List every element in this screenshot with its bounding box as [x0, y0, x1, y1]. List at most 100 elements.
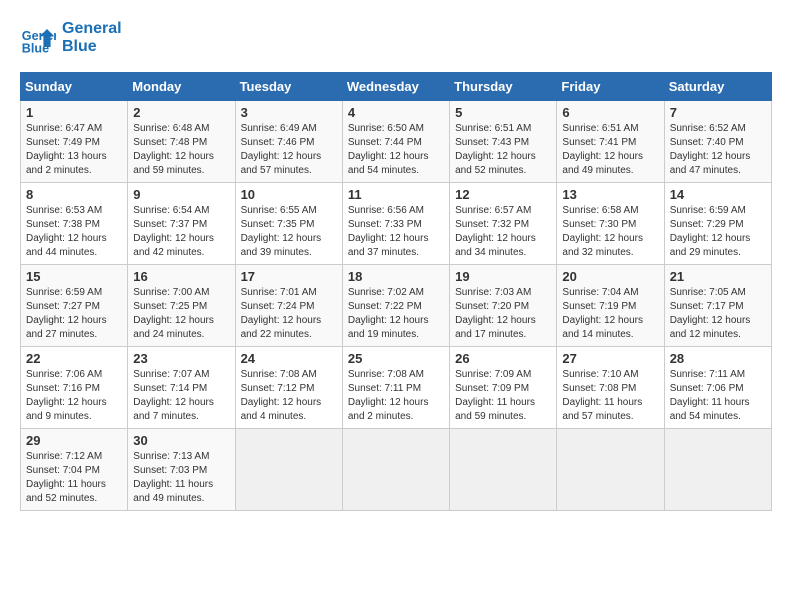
calendar-cell: 6 Sunrise: 6:51 AMSunset: 7:41 PMDayligh… [557, 101, 664, 183]
calendar-cell: 25 Sunrise: 7:08 AMSunset: 7:11 PMDaylig… [342, 347, 449, 429]
day-info: Sunrise: 7:05 AMSunset: 7:17 PMDaylight:… [670, 287, 751, 340]
calendar-cell: 10 Sunrise: 6:55 AMSunset: 7:35 PMDaylig… [235, 183, 342, 265]
calendar-cell [450, 429, 557, 511]
calendar-cell: 23 Sunrise: 7:07 AMSunset: 7:14 PMDaylig… [128, 347, 235, 429]
weekday-header-saturday: Saturday [664, 73, 771, 101]
calendar-cell: 5 Sunrise: 6:51 AMSunset: 7:43 PMDayligh… [450, 101, 557, 183]
day-number: 4 [348, 105, 444, 120]
day-info: Sunrise: 6:53 AMSunset: 7:38 PMDaylight:… [26, 205, 107, 258]
calendar-cell: 28 Sunrise: 7:11 AMSunset: 7:06 PMDaylig… [664, 347, 771, 429]
calendar-cell: 14 Sunrise: 6:59 AMSunset: 7:29 PMDaylig… [664, 183, 771, 265]
calendar-table: SundayMondayTuesdayWednesdayThursdayFrid… [20, 72, 772, 511]
day-info: Sunrise: 7:04 AMSunset: 7:19 PMDaylight:… [562, 287, 643, 340]
day-number: 10 [241, 187, 337, 202]
day-info: Sunrise: 6:49 AMSunset: 7:46 PMDaylight:… [241, 123, 322, 176]
day-info: Sunrise: 6:51 AMSunset: 7:41 PMDaylight:… [562, 123, 643, 176]
calendar-cell: 7 Sunrise: 6:52 AMSunset: 7:40 PMDayligh… [664, 101, 771, 183]
calendar-week-row: 22 Sunrise: 7:06 AMSunset: 7:16 PMDaylig… [21, 347, 772, 429]
calendar-cell: 17 Sunrise: 7:01 AMSunset: 7:24 PMDaylig… [235, 265, 342, 347]
day-info: Sunrise: 7:09 AMSunset: 7:09 PMDaylight:… [455, 369, 535, 422]
calendar-week-row: 8 Sunrise: 6:53 AMSunset: 7:38 PMDayligh… [21, 183, 772, 265]
calendar-cell: 11 Sunrise: 6:56 AMSunset: 7:33 PMDaylig… [342, 183, 449, 265]
day-info: Sunrise: 7:08 AMSunset: 7:11 PMDaylight:… [348, 369, 429, 422]
calendar-cell: 22 Sunrise: 7:06 AMSunset: 7:16 PMDaylig… [21, 347, 128, 429]
calendar-week-row: 29 Sunrise: 7:12 AMSunset: 7:04 PMDaylig… [21, 429, 772, 511]
day-info: Sunrise: 6:50 AMSunset: 7:44 PMDaylight:… [348, 123, 429, 176]
calendar-cell: 21 Sunrise: 7:05 AMSunset: 7:17 PMDaylig… [664, 265, 771, 347]
page-header: General Blue General Blue [20, 20, 772, 56]
weekday-header-friday: Friday [557, 73, 664, 101]
day-info: Sunrise: 7:08 AMSunset: 7:12 PMDaylight:… [241, 369, 322, 422]
calendar-cell: 29 Sunrise: 7:12 AMSunset: 7:04 PMDaylig… [21, 429, 128, 511]
calendar-cell: 9 Sunrise: 6:54 AMSunset: 7:37 PMDayligh… [128, 183, 235, 265]
day-info: Sunrise: 6:48 AMSunset: 7:48 PMDaylight:… [133, 123, 214, 176]
day-number: 18 [348, 269, 444, 284]
day-number: 21 [670, 269, 766, 284]
calendar-cell: 19 Sunrise: 7:03 AMSunset: 7:20 PMDaylig… [450, 265, 557, 347]
calendar-cell: 30 Sunrise: 7:13 AMSunset: 7:03 PMDaylig… [128, 429, 235, 511]
calendar-week-row: 15 Sunrise: 6:59 AMSunset: 7:27 PMDaylig… [21, 265, 772, 347]
day-info: Sunrise: 6:54 AMSunset: 7:37 PMDaylight:… [133, 205, 214, 258]
weekday-header-tuesday: Tuesday [235, 73, 342, 101]
weekday-header-monday: Monday [128, 73, 235, 101]
day-info: Sunrise: 6:52 AMSunset: 7:40 PMDaylight:… [670, 123, 751, 176]
logo: General Blue General Blue [20, 20, 122, 56]
day-number: 14 [670, 187, 766, 202]
day-number: 20 [562, 269, 658, 284]
day-info: Sunrise: 6:55 AMSunset: 7:35 PMDaylight:… [241, 205, 322, 258]
day-info: Sunrise: 7:02 AMSunset: 7:22 PMDaylight:… [348, 287, 429, 340]
day-info: Sunrise: 6:57 AMSunset: 7:32 PMDaylight:… [455, 205, 536, 258]
day-info: Sunrise: 6:51 AMSunset: 7:43 PMDaylight:… [455, 123, 536, 176]
calendar-cell: 4 Sunrise: 6:50 AMSunset: 7:44 PMDayligh… [342, 101, 449, 183]
day-number: 29 [26, 433, 122, 448]
day-info: Sunrise: 6:47 AMSunset: 7:49 PMDaylight:… [26, 123, 107, 176]
calendar-cell: 2 Sunrise: 6:48 AMSunset: 7:48 PMDayligh… [128, 101, 235, 183]
logo-blue: Blue [62, 38, 122, 56]
calendar-cell [664, 429, 771, 511]
day-number: 11 [348, 187, 444, 202]
day-info: Sunrise: 7:06 AMSunset: 7:16 PMDaylight:… [26, 369, 107, 422]
calendar-cell: 13 Sunrise: 6:58 AMSunset: 7:30 PMDaylig… [557, 183, 664, 265]
logo-icon: General Blue [20, 20, 56, 56]
logo-general: General [62, 20, 122, 38]
day-number: 3 [241, 105, 337, 120]
day-info: Sunrise: 6:56 AMSunset: 7:33 PMDaylight:… [348, 205, 429, 258]
day-number: 23 [133, 351, 229, 366]
day-info: Sunrise: 7:11 AMSunset: 7:06 PMDaylight:… [670, 369, 750, 422]
day-number: 17 [241, 269, 337, 284]
day-info: Sunrise: 6:59 AMSunset: 7:27 PMDaylight:… [26, 287, 107, 340]
day-number: 9 [133, 187, 229, 202]
calendar-cell: 16 Sunrise: 7:00 AMSunset: 7:25 PMDaylig… [128, 265, 235, 347]
calendar-cell: 8 Sunrise: 6:53 AMSunset: 7:38 PMDayligh… [21, 183, 128, 265]
weekday-header-thursday: Thursday [450, 73, 557, 101]
weekday-header-row: SundayMondayTuesdayWednesdayThursdayFrid… [21, 73, 772, 101]
weekday-header-sunday: Sunday [21, 73, 128, 101]
calendar-cell: 15 Sunrise: 6:59 AMSunset: 7:27 PMDaylig… [21, 265, 128, 347]
day-info: Sunrise: 7:13 AMSunset: 7:03 PMDaylight:… [133, 451, 213, 504]
weekday-header-wednesday: Wednesday [342, 73, 449, 101]
calendar-cell [557, 429, 664, 511]
calendar-cell: 3 Sunrise: 6:49 AMSunset: 7:46 PMDayligh… [235, 101, 342, 183]
calendar-cell: 26 Sunrise: 7:09 AMSunset: 7:09 PMDaylig… [450, 347, 557, 429]
day-info: Sunrise: 7:03 AMSunset: 7:20 PMDaylight:… [455, 287, 536, 340]
day-number: 5 [455, 105, 551, 120]
day-number: 2 [133, 105, 229, 120]
day-number: 7 [670, 105, 766, 120]
calendar-cell: 1 Sunrise: 6:47 AMSunset: 7:49 PMDayligh… [21, 101, 128, 183]
calendar-cell: 27 Sunrise: 7:10 AMSunset: 7:08 PMDaylig… [557, 347, 664, 429]
calendar-cell: 12 Sunrise: 6:57 AMSunset: 7:32 PMDaylig… [450, 183, 557, 265]
day-info: Sunrise: 6:59 AMSunset: 7:29 PMDaylight:… [670, 205, 751, 258]
day-number: 27 [562, 351, 658, 366]
day-number: 13 [562, 187, 658, 202]
day-number: 22 [26, 351, 122, 366]
calendar-week-row: 1 Sunrise: 6:47 AMSunset: 7:49 PMDayligh… [21, 101, 772, 183]
day-info: Sunrise: 6:58 AMSunset: 7:30 PMDaylight:… [562, 205, 643, 258]
calendar-cell [342, 429, 449, 511]
day-number: 8 [26, 187, 122, 202]
calendar-cell: 20 Sunrise: 7:04 AMSunset: 7:19 PMDaylig… [557, 265, 664, 347]
day-number: 12 [455, 187, 551, 202]
day-number: 1 [26, 105, 122, 120]
day-number: 24 [241, 351, 337, 366]
day-info: Sunrise: 7:00 AMSunset: 7:25 PMDaylight:… [133, 287, 214, 340]
day-number: 19 [455, 269, 551, 284]
